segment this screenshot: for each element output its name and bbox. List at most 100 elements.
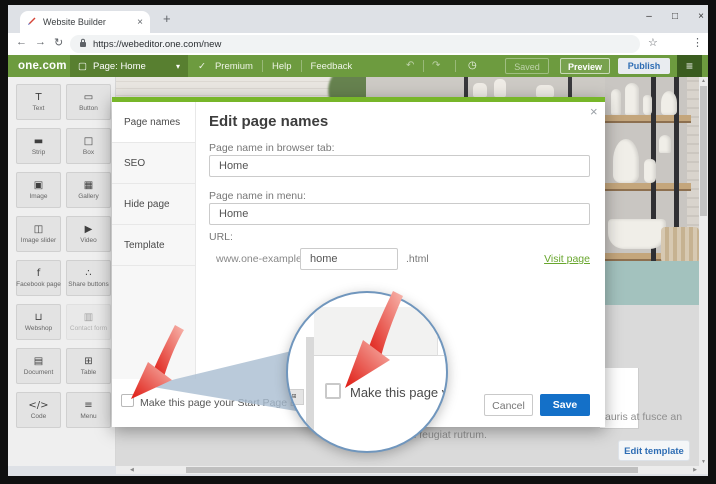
button-icon: ▭: [84, 92, 93, 103]
palette-item-document[interactable]: ▤Document: [16, 348, 61, 384]
divider: [301, 60, 302, 72]
redo-icon[interactable]: ↷: [432, 55, 440, 77]
url-suffix: .html: [406, 253, 429, 265]
undo-icon[interactable]: ↶: [406, 55, 414, 77]
vertical-scrollbar-thumb[interactable]: [700, 86, 707, 216]
visit-page-link[interactable]: Visit page: [512, 253, 590, 265]
history-clock-icon[interactable]: ◷: [468, 55, 477, 77]
url-input[interactable]: https://webeditor.one.com/new: [70, 35, 640, 53]
screenshot-root: Website Builder × + – □ × ← → ↻ https://…: [0, 0, 716, 484]
close-icon[interactable]: ×: [590, 104, 598, 119]
window-close-button[interactable]: ×: [690, 8, 708, 26]
palette-item-menu[interactable]: ≡Menu: [66, 392, 111, 428]
browser-window: Website Builder × + – □ × ← → ↻ https://…: [8, 5, 708, 476]
window-minimize-button[interactable]: –: [638, 8, 660, 26]
feedback-menu-item[interactable]: Feedback: [311, 61, 353, 72]
palette-item-gallery[interactable]: ▦Gallery: [66, 172, 111, 208]
dialog-title: Edit page names: [209, 113, 328, 130]
back-icon[interactable]: ←: [16, 36, 27, 48]
scroll-down-icon[interactable]: ▼: [699, 459, 708, 465]
browser-address-bar: ← → ↻ https://webeditor.one.com/new ☆ ⋮: [8, 33, 708, 55]
palette-item-button[interactable]: ▭Button: [66, 84, 111, 120]
horizontal-scrollbar[interactable]: ◀ ▶: [116, 466, 699, 474]
palette-item-text[interactable]: TText: [16, 84, 61, 120]
menu-name-label: Page name in menu:: [209, 190, 306, 202]
saved-status-badge: Saved: [505, 58, 549, 74]
palette-item-image-slider[interactable]: ◫Image slider: [16, 216, 61, 252]
element-palette-sidebar: TText ▭Button ▬Strip □Box ▣Image ▦Galler…: [8, 77, 116, 466]
horizontal-scrollbar-thumb[interactable]: [186, 467, 638, 473]
browser-tab-name-field[interactable]: [209, 155, 590, 177]
scroll-left-icon[interactable]: ◀: [130, 466, 134, 474]
red-arrow-annotation-small: [118, 321, 190, 405]
page-selector-dropdown[interactable]: ▢ Page: Home ▾: [70, 55, 188, 77]
preview-button[interactable]: Preview: [560, 58, 610, 74]
tab-template[interactable]: Template: [112, 225, 195, 266]
palette-item-contact-form: ▥Contact form: [66, 304, 111, 340]
edit-template-button[interactable]: Edit template: [618, 440, 690, 461]
page-selector-label: Page: Home: [93, 61, 146, 72]
tab-seo[interactable]: SEO: [112, 143, 195, 184]
code-icon: </>: [28, 400, 48, 411]
cancel-button[interactable]: Cancel: [484, 394, 533, 416]
url-text: https://webeditor.one.com/new: [93, 39, 221, 50]
divider: [262, 60, 263, 72]
browser-tab[interactable]: Website Builder ×: [20, 11, 150, 33]
help-menu-item[interactable]: Help: [272, 61, 292, 72]
menu-name-field[interactable]: [209, 203, 590, 225]
divider: [455, 60, 456, 72]
palette-item-table[interactable]: ⊞Table: [66, 348, 111, 384]
palette-item-webshop[interactable]: ⊔Webshop: [16, 304, 61, 340]
photo-vase: [494, 79, 506, 97]
reload-icon[interactable]: ↻: [54, 36, 63, 49]
contact-form-icon: ▥: [84, 312, 93, 323]
photo-vase: [643, 95, 652, 115]
url-slug-field[interactable]: [300, 248, 398, 270]
scroll-up-icon[interactable]: ▲: [699, 78, 708, 84]
palette-item-code[interactable]: </>Code: [16, 392, 61, 428]
palette-item-image[interactable]: ▣Image: [16, 172, 61, 208]
photo-vase: [644, 159, 656, 183]
scroll-right-icon[interactable]: ▶: [693, 466, 697, 474]
palette-item-strip[interactable]: ▬Strip: [16, 128, 61, 164]
forward-icon[interactable]: →: [35, 36, 46, 48]
window-maximize-button[interactable]: □: [664, 8, 686, 26]
share-icon: ∴: [85, 268, 91, 279]
new-tab-button[interactable]: +: [163, 11, 171, 26]
image-icon: ▣: [34, 180, 43, 191]
photo-vase: [613, 139, 639, 183]
tab-title: Website Builder: [43, 17, 137, 27]
text-icon: T: [35, 92, 41, 103]
tab-hide-page[interactable]: Hide page: [112, 184, 195, 225]
tab-close-icon[interactable]: ×: [137, 17, 143, 28]
publish-button[interactable]: Publish: [618, 58, 670, 74]
url-label: URL:: [209, 231, 233, 243]
palette-item-box[interactable]: □Box: [66, 128, 111, 164]
template-text-fragment: auris at fusce an: [605, 411, 682, 423]
vertical-scrollbar[interactable]: ▲ ▼: [699, 77, 708, 466]
video-icon: ▶: [85, 224, 93, 235]
photo-vase: [661, 91, 677, 115]
palette-item-facebook-page[interactable]: fFacebook page: [16, 260, 61, 296]
palette-item-share-buttons[interactable]: ∴Share buttons: [66, 260, 111, 296]
box-icon: □: [84, 136, 93, 147]
photo-vase: [536, 85, 554, 97]
red-arrow-annotation-large: [330, 286, 408, 394]
premium-menu-item[interactable]: Premium: [215, 61, 253, 72]
photo-vase: [625, 83, 639, 115]
hamburger-menu-icon[interactable]: ≡: [677, 55, 702, 77]
document-icon: ▤: [34, 356, 43, 367]
photo-bowl: [608, 219, 666, 249]
onecom-logo: one.com: [18, 55, 67, 77]
photo-vase: [473, 83, 487, 97]
tab-page-names[interactable]: Page names: [112, 102, 195, 143]
bookmark-star-icon[interactable]: ☆: [648, 36, 658, 49]
browser-tab-name-label: Page name in browser tab:: [209, 142, 335, 154]
magnified-palette-tile: ≡: [286, 419, 304, 435]
browser-menu-icon[interactable]: ⋮: [692, 36, 703, 49]
toolbar-menu-group: ✓ Premium Help Feedback: [198, 55, 352, 77]
image-slider-icon: ◫: [34, 224, 43, 235]
palette-grid: TText ▭Button ▬Strip □Box ▣Image ▦Galler…: [8, 77, 115, 428]
save-button[interactable]: Save: [540, 394, 590, 416]
palette-item-video[interactable]: ▶Video: [66, 216, 111, 252]
